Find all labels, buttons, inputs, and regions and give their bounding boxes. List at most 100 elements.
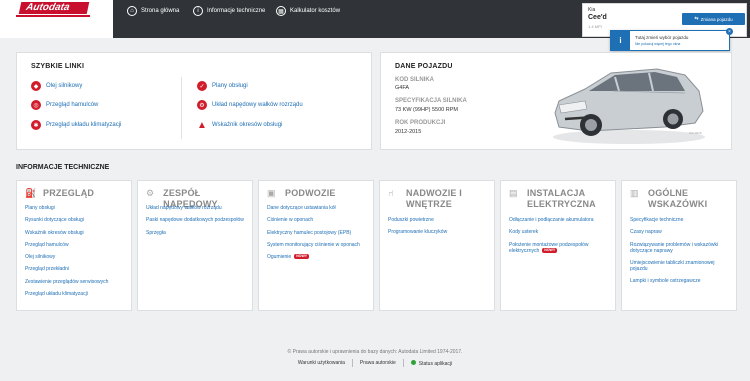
category-link[interactable]: Przegląd układu klimatyzacji: [25, 291, 125, 297]
category-link[interactable]: Lampki i symbole ostrzegawcze: [630, 278, 730, 284]
category-link[interactable]: Poduszki powietrzne: [388, 217, 488, 223]
category-link[interactable]: Sprzęgła: [146, 230, 246, 236]
status-dot-icon: [410, 359, 416, 365]
category-link[interactable]: Specyfikacje techniczne: [630, 217, 730, 223]
category-links: Poduszki powietrzne Programowanie kluczy…: [388, 217, 488, 242]
technical-info-title: INFORMACJE TECHNICZNE: [16, 164, 110, 171]
category-header: ⛽ PRZEGLĄD: [25, 188, 94, 199]
app-status-link[interactable]: Status aplikacji: [410, 359, 452, 367]
oil-can-icon: ◆: [31, 81, 41, 91]
engine-spec-value: 73 KW (99HP) 5500 RPM: [395, 107, 458, 113]
quick-links-title: SZYBKIE LINKI: [31, 63, 85, 70]
footer-divider: [402, 359, 404, 367]
category-link[interactable]: Elektryczny hamulec postojowy (EPB): [267, 230, 367, 236]
category-przeglad: ⛽ PRZEGLĄD Plany obsługi Rysunki dotyczą…: [16, 180, 132, 311]
category-title: NADWOZIE I WNĘTRZE: [406, 188, 462, 209]
category-links: Odłączanie i podłączanie akumulatora Kod…: [509, 217, 609, 260]
nav-technical-info[interactable]: i Informacje techniczne: [193, 6, 265, 16]
snowflake-icon: ✱: [31, 120, 41, 130]
category-title: PRZEGLĄD: [43, 188, 95, 198]
category-link[interactable]: Rozwiązywanie problemów i wskazówki doty…: [630, 242, 730, 254]
category-nadwozie: ⑁ NADWOZIE I WNĘTRZE Poduszki powietrzne…: [379, 180, 495, 311]
category-link-label: Ogumienie: [267, 254, 292, 261]
brake-disc-icon: ◎: [31, 100, 41, 110]
close-icon[interactable]: ×: [726, 28, 733, 35]
quick-link-timing-belt[interactable]: ⚙ Układ napędowy wałków rozrządu: [197, 100, 303, 110]
home-icon: ⌂: [127, 6, 137, 16]
change-vehicle-button[interactable]: ⇆ Zmiana pojazdu: [682, 13, 745, 25]
category-link[interactable]: Rysunki dotyczące obsługi: [25, 217, 125, 223]
copyright-link[interactable]: Prawa autorskie: [360, 360, 396, 366]
category-link[interactable]: Ciśnienie w oponach: [267, 217, 367, 223]
oil-can-icon: ⛽: [25, 188, 37, 198]
warning-triangle-icon: ▲: [197, 119, 207, 131]
category-link-with-badge[interactable]: Ogumienie NOWY: [267, 254, 367, 260]
vehicle-make: Kia: [588, 7, 596, 13]
new-badge: NOWY: [294, 254, 310, 260]
category-instalacja-elektryczna: ▤ INSTALACJA ELEKTRYCZNA Odłączanie i po…: [500, 180, 616, 311]
category-link[interactable]: Paski napędowe dodatkowych podzespołów: [146, 217, 246, 223]
category-links: Dane dotyczące ustawiania kół Ciśnienie …: [267, 205, 367, 266]
quick-link-label: Plany obsługi: [212, 83, 248, 89]
nav-home-label: Strona główna: [141, 8, 180, 14]
tooltip-dismiss-link[interactable]: Nie pokazuj więcej tego okna: [635, 42, 680, 46]
footer-copyright: © Prawa autorskie i uprawnienia do bazy …: [287, 349, 463, 355]
category-header: ⑁ NADWOZIE I WNĘTRZE: [388, 188, 490, 210]
category-title: OGÓLNE WSKAZÓWKI: [648, 188, 708, 209]
checkmark-icon: ✓: [197, 81, 207, 91]
category-link[interactable]: Programowanie kluczyków: [388, 229, 488, 235]
logo-area[interactable]: Autodata: [0, 0, 113, 38]
category-link-with-badge[interactable]: Położenie montażowe podzespołów elektryc…: [509, 242, 609, 254]
info-icon: i: [193, 6, 203, 16]
category-link[interactable]: Układ napędowy wałków rozrządu: [146, 205, 246, 211]
category-title: PODWOZIE: [285, 188, 336, 198]
quick-link-label: Wskaźnik okresów obsługi: [212, 122, 283, 128]
terms-link[interactable]: Warunki użytkowania: [298, 360, 345, 366]
vehicle-engine: 1.4 MPI: [588, 24, 602, 29]
quick-link-service-indicator[interactable]: ▲ Wskaźnik okresów obsługi: [197, 119, 283, 131]
category-link[interactable]: Odłączanie i podłączanie akumulatora: [509, 217, 609, 223]
autodata-logo[interactable]: Autodata: [18, 2, 90, 14]
category-link[interactable]: Czasy napraw: [630, 229, 730, 235]
vehicle-image: KIA-0216: [553, 68, 705, 144]
quick-link-label: Przegląd układu klimatyzacji: [46, 122, 122, 128]
category-link[interactable]: Olej silnikowy: [25, 254, 125, 260]
category-link[interactable]: Przegląd hamulców: [25, 242, 125, 248]
vehicle-data-card: DANE POJAZDU KOD SILNIKA G4FA SPECYFIKAC…: [380, 52, 732, 150]
category-ogolne-wskazowki: ▥ OGÓLNE WSKAZÓWKI Specyfikacje technicz…: [621, 180, 737, 311]
category-link[interactable]: Wskaźnik okresów obsługi: [25, 230, 125, 236]
quick-link-label: Układ napędowy wałków rozrządu: [212, 102, 303, 108]
seat-icon: ⑁: [388, 188, 394, 198]
nav-cost-calculator-label: Kalkulator kosztów: [290, 8, 341, 14]
nav-home[interactable]: ⌂ Strona główna: [127, 6, 179, 16]
quick-links-card: SZYBKIE LINKI ◆ Olej silnikowy ◎ Przeglą…: [16, 52, 372, 150]
production-year-value: 2012-2015: [395, 129, 422, 135]
category-link[interactable]: Przegląd przekładni: [25, 266, 125, 272]
category-links: Plany obsługi Rysunki dotyczące obsługi …: [25, 205, 125, 303]
chassis-icon: ▣: [267, 188, 276, 198]
category-link[interactable]: Zestawienie przeglądów serwisowych: [25, 279, 125, 285]
timing-belt-icon: ⚙: [197, 100, 207, 110]
category-link[interactable]: System monitorujący ciśnienie w oponach: [267, 242, 367, 248]
category-link[interactable]: Plany obsługi: [25, 205, 125, 211]
category-link[interactable]: Umiejscowienie tabliczki znamionowej poj…: [630, 260, 730, 272]
quick-links-divider: [181, 77, 182, 139]
quick-link-service-schedules[interactable]: ✓ Plany obsługi: [197, 81, 248, 91]
quick-link-brakes[interactable]: ◎ Przegląd hamulców: [31, 100, 98, 110]
category-title: INSTALACJA ELEKTRYCZNA: [527, 188, 596, 209]
engine-code-label: KOD SILNIKA: [395, 77, 434, 83]
category-links: Specyfikacje techniczne Czasy napraw Roz…: [630, 217, 730, 290]
quick-link-label: Olej silnikowy: [46, 83, 83, 89]
footer-divider: [351, 359, 353, 367]
category-links: Układ napędowy wałków rozrządu Paski nap…: [146, 205, 246, 242]
category-podwozie: ▣ PODWOZIE Dane dotyczące ustawiania kół…: [258, 180, 374, 311]
svg-text:KIA-0216: KIA-0216: [689, 131, 702, 135]
category-link[interactable]: Kody usterek: [509, 229, 609, 235]
category-link[interactable]: Dane dotyczące ustawiania kół: [267, 205, 367, 211]
category-zespol-napedowy: ⚙ ZESPÓŁ NAPĘDOWY Układ napędowy wałków …: [137, 180, 253, 311]
nav-cost-calculator[interactable]: ▦ Kalkulator kosztów: [276, 6, 340, 16]
footer-links: Warunki użytkowania Prawa autorskie Stat…: [0, 359, 750, 367]
quick-link-air-conditioning[interactable]: ✱ Przegląd układu klimatyzacji: [31, 120, 121, 130]
quick-link-engine-oil[interactable]: ◆ Olej silnikowy: [31, 81, 82, 91]
info-icon: i: [611, 31, 630, 50]
